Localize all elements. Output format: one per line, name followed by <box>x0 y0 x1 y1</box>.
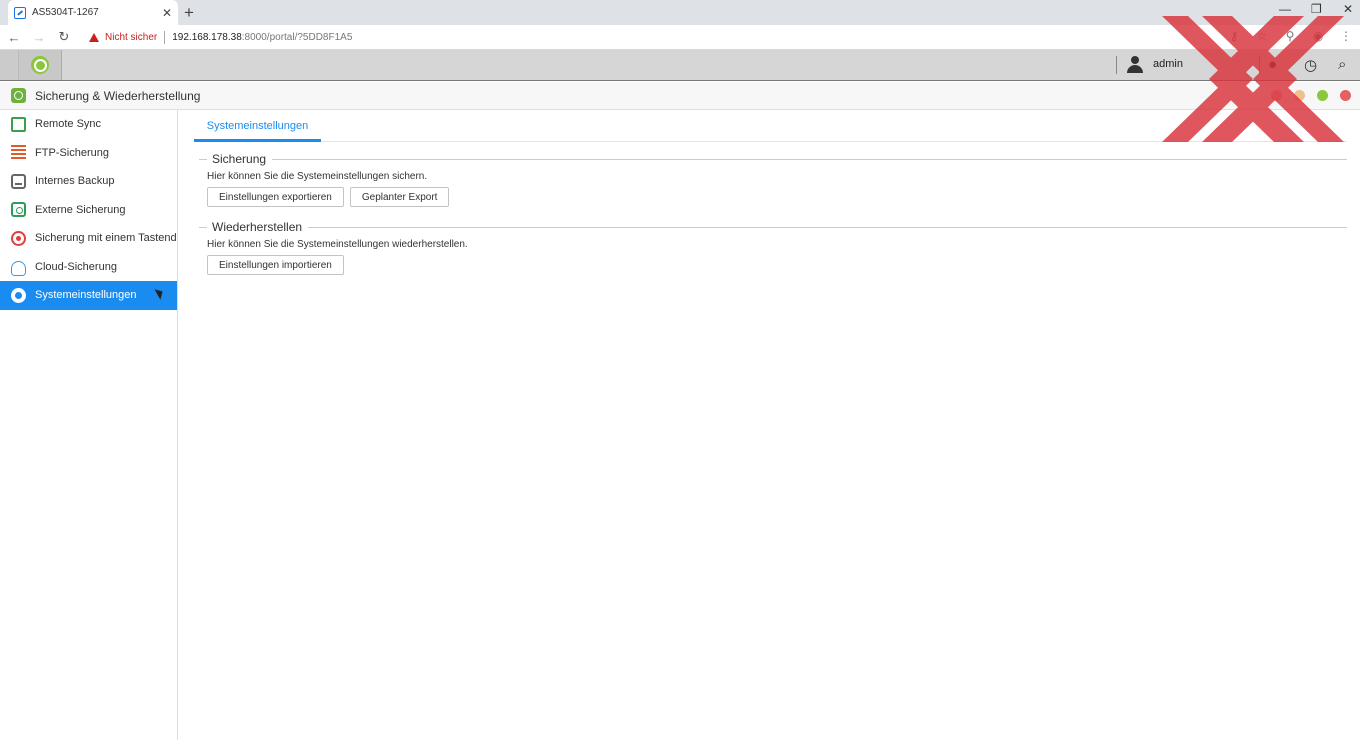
window-maximize-button[interactable] <box>1317 90 1328 101</box>
sidebar-item-label: Cloud-Sicherung <box>35 260 117 273</box>
gear-icon <box>11 287 26 303</box>
star-icon[interactable]: ☆ <box>1254 29 1270 43</box>
close-tab-icon[interactable]: ✕ <box>162 6 172 20</box>
app-favicon-icon <box>14 6 26 19</box>
sidebar-item-remote-sync[interactable]: Remote Sync <box>0 110 177 139</box>
tab-system-settings[interactable]: Systemeinstellungen <box>194 110 321 142</box>
tab-bar: Systemeinstellungen <box>194 110 1347 142</box>
extension-icon[interactable]: ⚲ <box>1282 29 1298 43</box>
sidebar-item-ftp[interactable]: FTP-Sicherung <box>0 139 177 168</box>
section-rule <box>199 226 207 228</box>
browser-tabstrip: AS5304T-1267 ✕ + — ❐ ✕ <box>0 0 1360 25</box>
export-settings-button[interactable]: Einstellungen exportieren <box>207 187 344 207</box>
sidebar-item-system-settings[interactable]: Systemeinstellungen <box>0 281 177 310</box>
key-icon[interactable]: ⚷ <box>1226 29 1242 43</box>
section-title: Sicherung <box>212 152 267 166</box>
menu-icon[interactable]: ⋮ <box>1338 29 1354 43</box>
sidebar-item-label: FTP-Sicherung <box>35 146 109 159</box>
browser-tab-title: AS5304T-1267 <box>32 7 99 18</box>
cloud-icon <box>11 260 26 276</box>
user-icon <box>1126 55 1144 73</box>
main-content: Systemeinstellungen Sicherung Hier könne… <box>179 110 1360 740</box>
sidebar-item-label: Internes Backup <box>35 175 115 188</box>
one-touch-icon <box>11 230 26 246</box>
section-title: Wiederherstellen <box>212 220 303 234</box>
profile-icon[interactable]: ◉ <box>1310 29 1326 43</box>
header-left-pad <box>0 50 19 80</box>
reload-icon[interactable]: ↻ <box>53 29 75 45</box>
sidebar-item-external-backup[interactable]: Externe Sicherung <box>0 196 177 225</box>
window-close-button[interactable] <box>1340 90 1351 101</box>
backup-app-icon <box>31 56 49 74</box>
import-settings-button[interactable]: Einstellungen importieren <box>207 255 344 275</box>
dashboard-icon[interactable]: ◷ <box>1304 56 1317 74</box>
window-minimize-button[interactable] <box>1294 90 1305 101</box>
close-window-icon[interactable]: ✕ <box>1343 2 1353 16</box>
restore-section: Wiederherstellen Hier können Sie die Sys… <box>199 219 1347 275</box>
minimize-icon[interactable]: — <box>1279 2 1291 16</box>
address-separator <box>164 30 166 44</box>
security-indicator[interactable]: Nicht sicher <box>89 32 157 43</box>
header-divider <box>1259 56 1260 74</box>
user-name: admin <box>1153 58 1183 70</box>
new-tab-icon[interactable]: + <box>184 3 194 23</box>
restore-window-icon[interactable]: ❐ <box>1311 2 1322 16</box>
app-header: admin ● ◷ ⌕ <box>0 50 1360 81</box>
search-icon[interactable]: ⌕ <box>1338 56 1346 73</box>
url-path: :8000/portal/?5DD8F1A5 <box>241 31 353 43</box>
browser-tab[interactable]: AS5304T-1267 ✕ <box>8 0 178 25</box>
sidebar: Remote Sync FTP-Sicherung Internes Backu… <box>0 110 178 740</box>
backup-section: Sicherung Hier können Sie die Systemeins… <box>199 151 1347 207</box>
back-icon[interactable]: ← <box>3 30 25 45</box>
notification-icon[interactable]: ● <box>1268 56 1277 73</box>
section-rule <box>308 226 1347 228</box>
scheduled-export-button[interactable]: Geplanter Export <box>349 187 450 207</box>
ftp-icon <box>11 145 26 161</box>
app-launcher-button[interactable] <box>19 50 62 80</box>
user-menu[interactable]: admin <box>1126 55 1183 73</box>
forward-icon[interactable]: → <box>28 30 50 45</box>
address-bar-actions: ⚷ ☆ ⚲ ◉ ⋮ <box>1226 29 1354 43</box>
sidebar-item-cloud[interactable]: Cloud-Sicherung <box>0 253 177 282</box>
window-titlebar: Sicherung & Wiederherstellung <box>0 82 1360 110</box>
sidebar-item-label: Systemeinstellungen <box>35 289 137 302</box>
section-rule <box>272 158 1347 160</box>
section-description: Hier können Sie die Systemeinstellungen … <box>207 171 428 182</box>
header-divider <box>1116 56 1117 74</box>
url-field[interactable]: 192.168.178.38:8000/portal/?5DD8F1A5 <box>172 32 352 43</box>
sidebar-item-one-touch[interactable]: Sicherung mit einem Tastendruck <box>0 224 177 253</box>
window-help-button[interactable] <box>1271 90 1282 101</box>
url-host: 192.168.178.38 <box>172 31 242 43</box>
window-app-icon <box>11 88 26 103</box>
address-bar: ← → ↻ Nicht sicher 192.168.178.38:8000/p… <box>0 25 1360 50</box>
sidebar-item-internal-backup[interactable]: Internes Backup <box>0 167 177 196</box>
warning-icon <box>89 32 99 42</box>
security-label: Nicht sicher <box>105 31 158 43</box>
section-description: Hier können Sie die Systemeinstellungen … <box>207 239 468 250</box>
remote-sync-icon <box>11 116 26 132</box>
internal-backup-icon <box>11 173 26 189</box>
sidebar-item-label: Sicherung mit einem Tastendruck <box>35 232 177 245</box>
external-backup-icon <box>11 202 26 218</box>
sidebar-item-label: Remote Sync <box>35 118 102 131</box>
section-rule <box>199 158 207 160</box>
window-title: Sicherung & Wiederherstellung <box>35 88 201 103</box>
sidebar-item-label: Externe Sicherung <box>35 203 126 216</box>
